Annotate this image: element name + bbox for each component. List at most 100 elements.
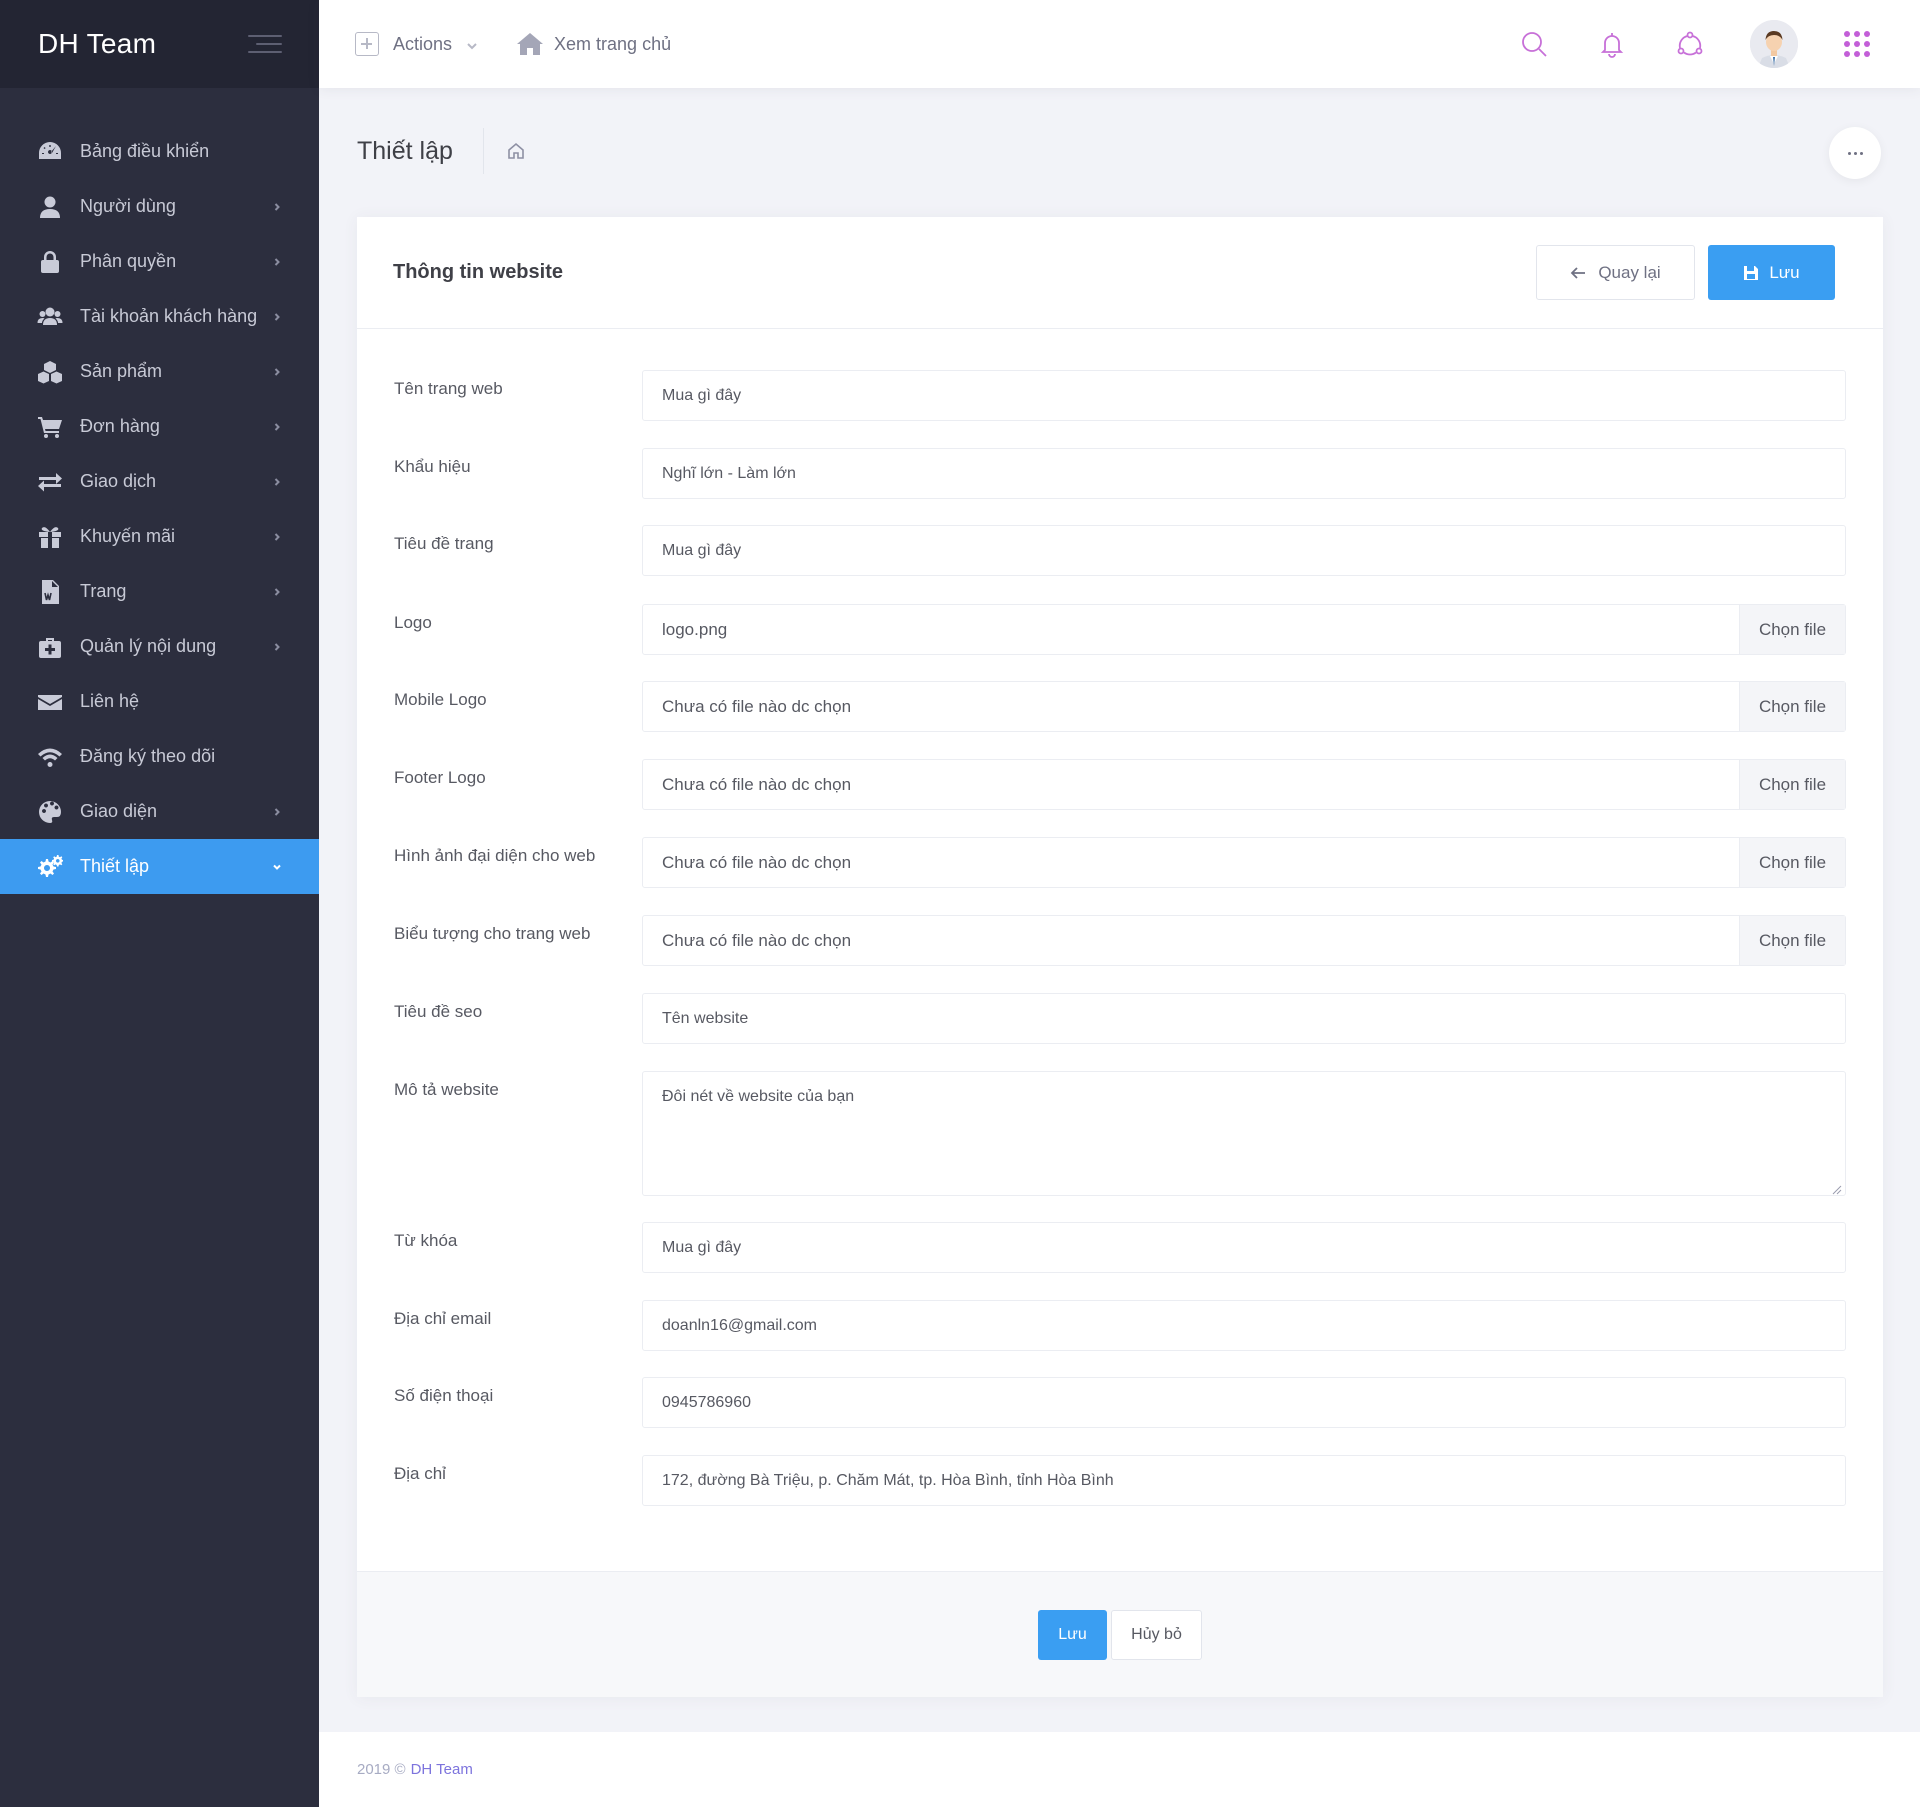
sidebar-item-label: Giao diện (80, 801, 158, 821)
field-label: Hình ảnh đại diện cho web (394, 846, 596, 865)
footer-brand-link[interactable]: DH Team (411, 1761, 473, 1778)
user-icon (36, 193, 64, 221)
chevron-right-icon (270, 585, 284, 599)
sidebar-item[interactable]: Phân quyền (0, 234, 319, 289)
arrow-left-icon (1571, 266, 1586, 279)
chevron-right-icon (270, 310, 284, 324)
field-label: Địa chỉ (394, 1464, 446, 1483)
page-title: Thiết lập (357, 128, 484, 174)
bell-icon[interactable] (1598, 30, 1626, 58)
medkit-icon (36, 633, 64, 661)
lock-icon (36, 248, 64, 276)
apps-grid-icon[interactable] (1844, 31, 1870, 57)
save-button[interactable]: Lưu (1708, 245, 1835, 300)
sidebar-item[interactable]: Thiết lập (0, 839, 319, 894)
form-save-button[interactable]: Lưu (1038, 1609, 1107, 1660)
chevron-down-icon (270, 860, 284, 874)
sidebar-item[interactable]: Người dùng (0, 179, 319, 234)
sidebar-item[interactable]: Đăng ký theo dõi (0, 729, 319, 784)
sidebar-item[interactable]: Khuyến mãi (0, 509, 319, 564)
copyright-text: 2019 © (357, 1761, 406, 1778)
sidebar-item[interactable]: Đơn hàng (0, 399, 319, 454)
file-input[interactable]: Chưa có file nào dc chọn Chọn file (642, 837, 1846, 888)
wifi-icon (36, 743, 64, 771)
home-icon (517, 33, 544, 55)
search-icon[interactable] (1520, 30, 1548, 58)
exchange-icon (36, 468, 64, 496)
choose-file-button[interactable]: Chọn file (1739, 916, 1845, 965)
field-label: Tiêu đề trang (394, 534, 494, 553)
sidebar-item[interactable]: Liên hệ (0, 674, 319, 729)
sidebar-item[interactable]: Bảng điều khiển (0, 124, 319, 179)
sidebar-item-label: Sản phẩm (80, 361, 163, 381)
cart-icon (36, 413, 64, 441)
subheader: Thiết lập (357, 128, 526, 174)
field-label: Mô tả website (394, 1080, 499, 1099)
sidebar-toggle-icon[interactable] (248, 35, 282, 53)
choose-file-button[interactable]: Chọn file (1739, 682, 1845, 731)
more-options-button[interactable] (1829, 127, 1881, 179)
back-button[interactable]: Quay lại (1536, 245, 1695, 300)
resize-handle-icon[interactable] (1832, 1182, 1842, 1195)
sidebar-item-label: Liên hệ (80, 691, 140, 711)
field-label: Số điện thoại (394, 1386, 494, 1405)
text-input[interactable]: 172, đường Bà Triệu, p. Chăm Mát, tp. Hò… (642, 1455, 1846, 1506)
text-input[interactable]: Nghĩ lớn - Làm lớn (642, 448, 1846, 499)
choose-file-button[interactable]: Chọn file (1739, 760, 1845, 809)
sidebar-item-label: Người dùng (80, 196, 176, 216)
field-label: Tên trang web (394, 379, 503, 398)
view-homepage-link[interactable]: Xem trang chủ (516, 32, 671, 56)
field-label: Địa chỉ email (394, 1309, 492, 1328)
chevron-right-icon (270, 640, 284, 654)
form-cancel-button[interactable]: Hủy bỏ (1111, 1609, 1202, 1660)
header-toolbar (1520, 0, 1920, 88)
breadcrumb-home-icon[interactable] (506, 141, 526, 161)
file-input[interactable]: Chưa có file nào dc chọn Chọn file (642, 915, 1846, 966)
description-textarea[interactable]: Đôi nét về website của bạn (642, 1071, 1846, 1196)
text-input[interactable]: Mua gì đây (642, 525, 1846, 576)
users-icon (36, 303, 64, 331)
share-icon[interactable] (1676, 30, 1704, 58)
portlet-title: Thông tin website (393, 261, 563, 283)
field-label: Biểu tượng cho trang web (394, 924, 591, 943)
text-input[interactable]: 0945786960 (642, 1377, 1846, 1428)
file-input[interactable]: Chưa có file nào dc chọn Chọn file (642, 681, 1846, 732)
field-label: Khẩu hiệu (394, 457, 471, 476)
chevron-down-icon (466, 39, 477, 50)
portlet-header: Thông tin website Quay lại Lưu (357, 217, 1883, 329)
file-input[interactable]: Chưa có file nào dc chọn Chọn file (642, 759, 1846, 810)
sidebar-item[interactable]: Giao dịch (0, 454, 319, 509)
sidebar-item[interactable]: Tài khoản khách hàng (0, 289, 319, 344)
avatar[interactable] (1750, 20, 1798, 68)
sidebar-item-label: Đăng ký theo dõi (80, 746, 216, 766)
actions-dropdown[interactable]: Actions (355, 32, 477, 56)
plus-square-icon (355, 32, 379, 56)
sidebar-item[interactable]: Sản phẩm (0, 344, 319, 399)
sidebar: DH Team Bảng điều khiển Người dùng Phân qu… (0, 0, 319, 1807)
sidebar-item[interactable]: Trang (0, 564, 319, 619)
chevron-right-icon (270, 255, 284, 269)
sidebar-item-label: Đơn hàng (80, 416, 160, 436)
text-input[interactable]: Tên website (642, 993, 1846, 1044)
sidebar-item[interactable]: Giao diện (0, 784, 319, 839)
sidebar-item-label: Phân quyền (80, 251, 177, 271)
field-label: Mobile Logo (394, 690, 487, 709)
sidebar-item-label: Trang (80, 581, 127, 601)
chevron-right-icon (270, 805, 284, 819)
chevron-right-icon (270, 365, 284, 379)
form-footer: Lưu Hủy bỏ (357, 1571, 1883, 1697)
text-input[interactable]: Mua gì đây (642, 1222, 1846, 1273)
file-input[interactable]: logo.png Chọn file (642, 604, 1846, 655)
field-label: Từ khóa (394, 1231, 458, 1250)
choose-file-button[interactable]: Chọn file (1739, 838, 1845, 887)
choose-file-button[interactable]: Chọn file (1739, 605, 1845, 654)
sidebar-item-label: Thiết lập (80, 856, 150, 876)
chevron-right-icon (270, 200, 284, 214)
text-input[interactable]: doanln16@gmail.com (642, 1300, 1846, 1351)
cubes-icon (36, 358, 64, 386)
sidebar-item-label: Bảng điều khiển (80, 141, 210, 161)
page-footer: 2019 © DH Team (319, 1732, 1920, 1807)
text-input[interactable]: Mua gì đây (642, 370, 1846, 421)
sidebar-item[interactable]: Quản lý nội dung (0, 619, 319, 674)
gift-icon (36, 523, 64, 551)
